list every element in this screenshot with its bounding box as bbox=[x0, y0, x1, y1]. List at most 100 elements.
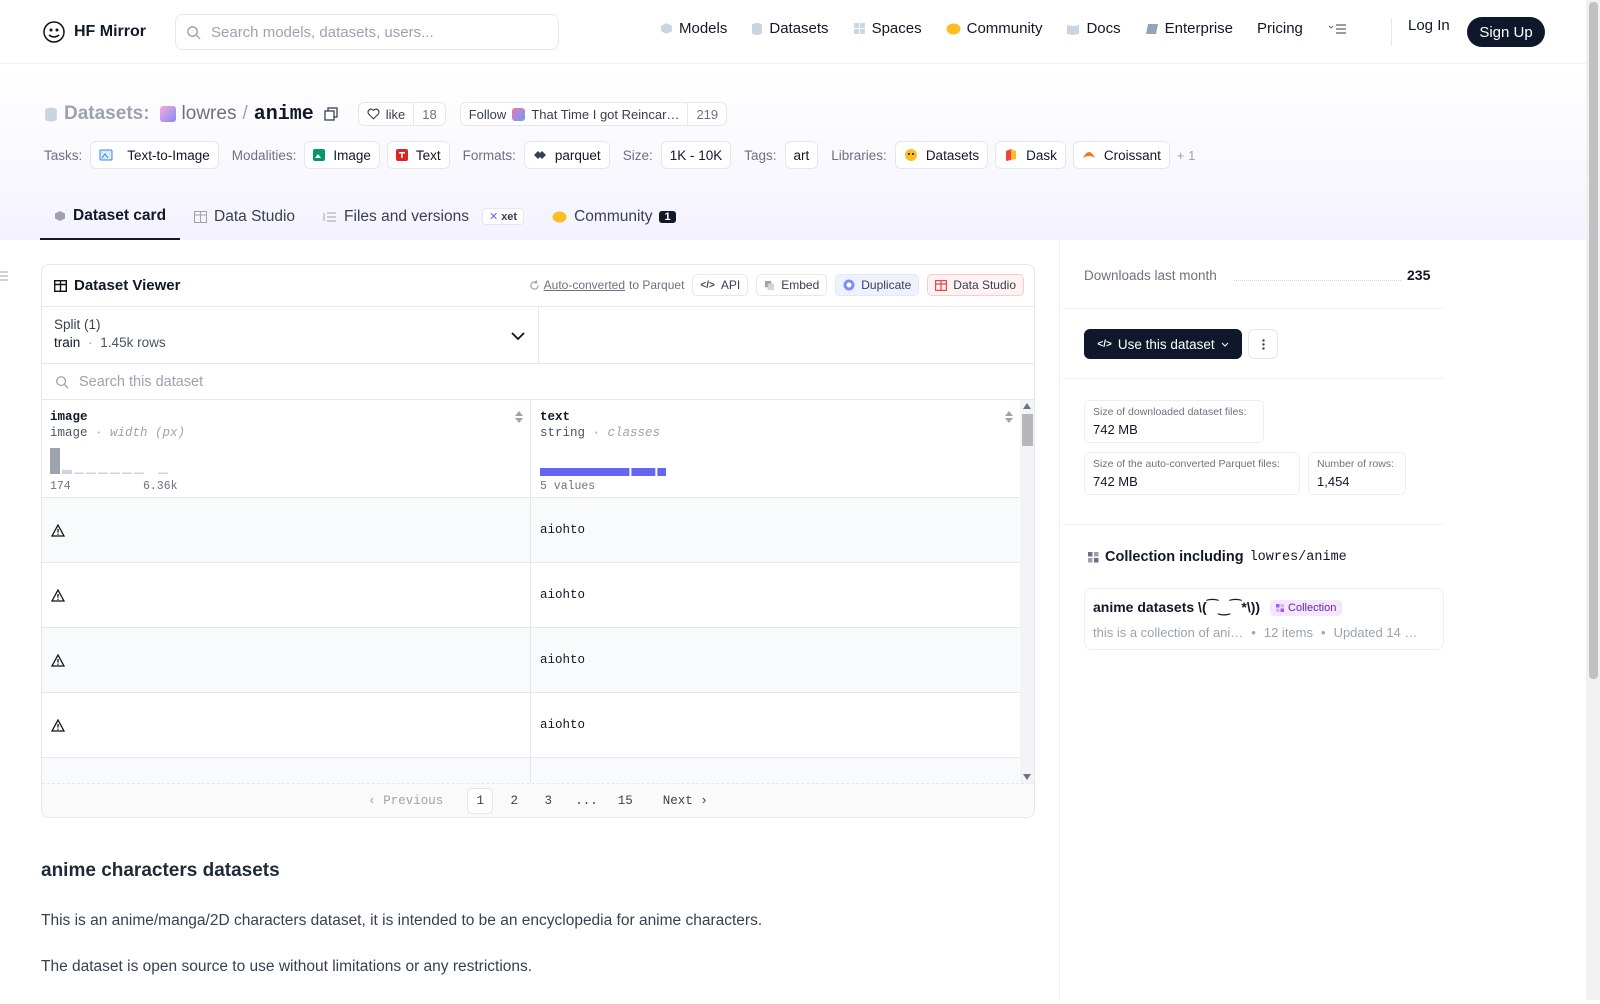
xet-badge: ✕ xet bbox=[481, 208, 525, 225]
tag-size[interactable]: 1K - 10K bbox=[660, 141, 732, 169]
tag-art[interactable]: art bbox=[784, 141, 819, 169]
collection-prefix: Collection including bbox=[1105, 549, 1244, 565]
tag-lib-datasets[interactable]: Datasets bbox=[894, 141, 989, 169]
nav-community[interactable]: Community bbox=[946, 20, 1042, 37]
class-bar-segment[interactable] bbox=[540, 468, 630, 476]
chevron-down-icon bbox=[511, 332, 525, 341]
tab-data-studio[interactable]: Data Studio bbox=[180, 193, 309, 240]
page-button[interactable]: 2 bbox=[501, 788, 527, 814]
collection-updated: Updated 14 … bbox=[1333, 625, 1418, 640]
sidebar-toggle-icon[interactable] bbox=[0, 270, 10, 282]
histogram-bar[interactable] bbox=[98, 472, 108, 475]
histogram-bar[interactable] bbox=[122, 472, 132, 475]
login-button[interactable]: Log In bbox=[1408, 17, 1450, 34]
nav-pricing-label: Pricing bbox=[1257, 20, 1303, 37]
tag-text-to-image[interactable]: Text-to-Image bbox=[90, 141, 219, 169]
divider bbox=[1062, 308, 1444, 309]
size-label: Size: bbox=[622, 147, 653, 163]
table-row[interactable]: aiohto bbox=[42, 693, 1019, 758]
tab-dataset-card[interactable]: Dataset card bbox=[40, 193, 181, 240]
data-studio-button[interactable]: Data Studio bbox=[927, 274, 1024, 296]
sort-icon[interactable] bbox=[514, 410, 524, 424]
page-button[interactable]: 1 bbox=[467, 787, 494, 814]
libraries-label: Libraries: bbox=[831, 147, 887, 163]
next-page-button[interactable]: Next › bbox=[657, 788, 714, 814]
page-button[interactable]: 3 bbox=[535, 788, 561, 814]
size-parquet-label: Size of the auto-converted Parquet files… bbox=[1093, 458, 1280, 470]
brand-name: HF Mirror bbox=[74, 23, 146, 40]
downloads-label: Downloads last month bbox=[1084, 268, 1217, 283]
split-selector[interactable]: Split (1) train · 1.45k rows bbox=[42, 307, 539, 363]
tag-image-label: Image bbox=[333, 147, 371, 163]
page-button[interactable]: 15 bbox=[612, 788, 639, 814]
table-row[interactable]: aiohto bbox=[42, 563, 1019, 628]
global-search-input[interactable]: Search models, datasets, users... bbox=[175, 14, 559, 50]
table-scroll-thumb[interactable] bbox=[1022, 414, 1033, 446]
tag-parquet[interactable]: parquet bbox=[523, 141, 610, 169]
tag-text[interactable]: Text bbox=[386, 141, 450, 169]
prev-page-button[interactable]: ‹ Previous bbox=[362, 788, 449, 814]
collection-card[interactable]: anime datasets \(⁀‿⁀*\)) Collection this … bbox=[1084, 588, 1444, 650]
tags-more[interactable]: + 1 bbox=[1177, 148, 1195, 163]
repo-header: Datasets: lowres / anime like 18 Follow T… bbox=[0, 65, 1586, 240]
histogram-bar[interactable] bbox=[86, 472, 96, 475]
histogram-bar[interactable] bbox=[50, 448, 60, 474]
like-button[interactable]: like 18 bbox=[357, 102, 446, 126]
api-button[interactable]: </> API bbox=[692, 274, 749, 296]
class-bar-segment[interactable] bbox=[631, 468, 656, 476]
histogram-bar[interactable] bbox=[158, 472, 168, 475]
brand-logo[interactable]: HF Mirror bbox=[42, 20, 146, 44]
table-row[interactable]: aiohto bbox=[42, 628, 1019, 693]
class-bar-segment[interactable] bbox=[657, 468, 666, 476]
size-parquet-stat: Size of the auto-converted Parquet files… bbox=[1084, 452, 1300, 495]
use-dataset-button[interactable]: </> Use this dataset bbox=[1084, 329, 1242, 359]
chevron-down-icon bbox=[1221, 342, 1228, 347]
card-heading: anime characters datasets bbox=[41, 860, 280, 881]
follow-button[interactable]: Follow That Time I got Reincar… 219 bbox=[459, 102, 728, 126]
table-scrollbar[interactable] bbox=[1020, 400, 1034, 787]
page-scrollbar[interactable] bbox=[1586, 0, 1600, 1000]
nav-spaces[interactable]: Spaces bbox=[853, 20, 922, 37]
text-modality-icon bbox=[395, 149, 408, 161]
page-scroll-thumb[interactable] bbox=[1589, 2, 1598, 679]
embed-button[interactable]: Embed bbox=[756, 274, 828, 296]
sort-icon[interactable] bbox=[1004, 410, 1014, 424]
histogram-bar[interactable] bbox=[134, 472, 144, 475]
broken-image-warning-icon bbox=[51, 523, 65, 537]
repo-name-link[interactable]: anime bbox=[254, 103, 314, 126]
card-paragraph: This is an anime/manga/2D characters dat… bbox=[41, 912, 763, 929]
studio-icon bbox=[935, 279, 948, 291]
auto-converted-link[interactable]: Auto-converted bbox=[544, 278, 625, 292]
column-header-image[interactable]: image image · width (px) 174 6.36k bbox=[42, 400, 531, 498]
column-name-text: text bbox=[540, 410, 571, 424]
copy-icon[interactable] bbox=[324, 107, 338, 121]
image-width-histogram bbox=[50, 448, 168, 475]
text-to-image-icon bbox=[99, 149, 113, 161]
column-header-text[interactable]: text string · classes 5 values bbox=[532, 400, 1020, 498]
histogram-bar[interactable] bbox=[74, 472, 84, 475]
repo-owner-link[interactable]: lowres bbox=[182, 103, 237, 125]
nav-enterprise[interactable]: Enterprise bbox=[1145, 20, 1233, 37]
tag-image[interactable]: Image bbox=[304, 141, 380, 169]
nav-datasets[interactable]: Datasets bbox=[751, 20, 829, 37]
heart-icon bbox=[367, 108, 380, 120]
pagination: ‹ Previous 1 2 3 ... 15 Next › bbox=[42, 783, 1034, 817]
tag-lib-croissant[interactable]: Croissant bbox=[1072, 141, 1170, 169]
tag-lib-dask[interactable]: Dask bbox=[995, 141, 1066, 169]
nav-pricing[interactable]: Pricing bbox=[1257, 20, 1303, 37]
duplicate-button[interactable]: Duplicate bbox=[835, 274, 920, 296]
tab-files[interactable]: Files and versions ✕ xet bbox=[309, 193, 538, 240]
dataset-search-input[interactable]: Search this dataset bbox=[42, 364, 1034, 400]
data-table: image image · width (px) 174 6.36k text … bbox=[42, 400, 1034, 787]
collection-icon bbox=[1088, 551, 1099, 562]
table-row[interactable]: aiohto bbox=[42, 498, 1019, 563]
nav-models[interactable]: Models bbox=[660, 20, 727, 37]
histogram-bar[interactable] bbox=[110, 472, 120, 475]
tab-community[interactable]: Community 1 bbox=[538, 193, 690, 240]
nav-docs[interactable]: Docs bbox=[1066, 20, 1121, 37]
signup-button[interactable]: Sign Up bbox=[1467, 17, 1545, 47]
more-options-button[interactable] bbox=[1248, 329, 1278, 359]
histogram-bar[interactable] bbox=[62, 469, 72, 474]
docs-icon bbox=[1067, 24, 1080, 35]
more-menu-icon[interactable] bbox=[1327, 22, 1347, 36]
